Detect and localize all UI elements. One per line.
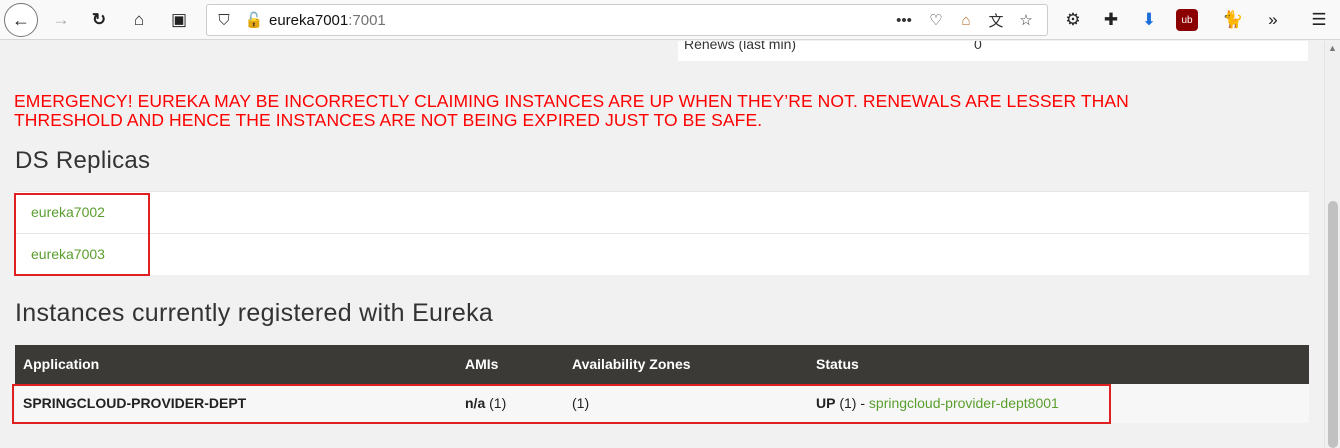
pocket-icon[interactable]: ♡	[925, 9, 947, 31]
emergency-line-2: THRESHOLD AND HENCE THE INSTANCES ARE NO…	[14, 110, 763, 130]
download-extension-icon[interactable]: ⬇	[1134, 5, 1164, 35]
renews-label: Renews (last min)	[684, 41, 797, 52]
emergency-warning: EMERGENCY! EUREKA MAY BE INCORRECTLY CLA…	[14, 92, 1304, 130]
replica-row: eureka7002	[15, 191, 1309, 233]
scroll-thumb[interactable]	[1328, 201, 1338, 448]
column-header-status: Status	[816, 356, 859, 372]
menu-hamburger-icon[interactable]: ☰	[1304, 5, 1334, 35]
extensions-puzzle-icon[interactable]: ✚	[1096, 5, 1126, 35]
page-scrollbar[interactable]: ▲	[1324, 41, 1340, 448]
instances-heading: Instances currently registered with Eure…	[15, 299, 494, 327]
insecure-lock-icon[interactable]: 🔓	[243, 9, 265, 31]
column-header-application: Application	[23, 356, 100, 372]
ublock-icon[interactable]: ub	[1176, 9, 1198, 31]
reload-button[interactable]: ↻	[84, 5, 114, 35]
scroll-up-arrow-icon[interactable]: ▲	[1328, 43, 1337, 53]
instance-highlight-box	[12, 384, 1111, 424]
url-text[interactable]: eureka7001:7001	[269, 12, 386, 29]
column-header-zones: Availability Zones	[572, 356, 691, 372]
browser-toolbar: ← → ↻ ⌂ ▣ ⛉ 🔓 eureka7001:7001 ••• ♡ ⌂ 文 …	[0, 0, 1340, 40]
settings-gear-icon[interactable]: ⚙	[1058, 5, 1088, 35]
table-header: Application AMIs Availability Zones Stat…	[15, 345, 1309, 384]
replicas-list: eureka7002 eureka7003	[15, 191, 1309, 275]
home-extension-icon[interactable]: ⌂	[955, 9, 977, 31]
renews-row: Renews (last min) 0	[678, 41, 1308, 61]
cat-extension-icon[interactable]: 🐈	[1206, 5, 1260, 35]
translate-icon[interactable]: 文	[985, 9, 1007, 31]
forward-button[interactable]: →	[46, 5, 76, 35]
replica-row: eureka7003	[15, 233, 1309, 275]
column-header-amis: AMIs	[465, 356, 499, 372]
replicas-heading: DS Replicas	[15, 147, 151, 174]
renews-value: 0	[974, 41, 982, 52]
page-content: Renews (last min) 0 EMERGENCY! EUREKA MA…	[0, 41, 1324, 448]
url-bar[interactable]: ⛉ 🔓 eureka7001:7001 ••• ♡ ⌂ 文 ☆	[206, 4, 1048, 36]
bookmark-star-icon[interactable]: ☆	[1015, 9, 1037, 31]
replicas-highlight-box	[14, 193, 150, 276]
home-button[interactable]: ⌂	[124, 5, 154, 35]
emergency-line-1: EMERGENCY! EUREKA MAY BE INCORRECTLY CLA…	[14, 91, 1129, 111]
page-actions-icon[interactable]: •••	[893, 9, 915, 31]
back-button[interactable]: ←	[4, 3, 38, 37]
shield-icon[interactable]: ⛉	[213, 9, 235, 31]
overflow-chevron-icon[interactable]: »	[1258, 5, 1288, 35]
screenshot-button[interactable]: ▣	[164, 5, 194, 35]
